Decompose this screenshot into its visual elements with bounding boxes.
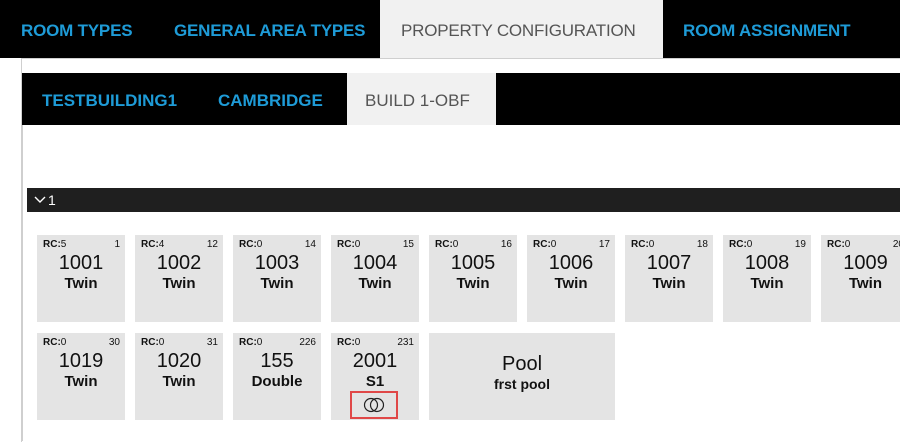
room-count: RC:0 [729, 239, 753, 250]
room-id: 226 [299, 337, 316, 348]
tab-label: BUILD 1-OBF [365, 91, 470, 110]
room-type: Twin [456, 275, 490, 292]
room-id: 20 [892, 239, 900, 250]
building-tab-bar: TESTBUILDING1 CAMBRIDGE BUILD 1-OBF [22, 73, 900, 125]
room-id: 19 [794, 239, 806, 250]
room-type: Twin [358, 275, 392, 292]
room-card[interactable]: RC:0 31 1020 Twin [135, 333, 223, 420]
room-card[interactable]: RC:0 19 1008 Twin [723, 235, 811, 322]
room-card[interactable]: RC:0 16 1005 Twin [429, 235, 517, 322]
room-number: 2001 [352, 350, 398, 372]
tab-room-assignment[interactable]: ROOM ASSIGNMENT [663, 0, 878, 58]
room-card[interactable]: RC:0 17 1006 Twin [527, 235, 615, 322]
room-type: Twin [554, 275, 588, 292]
room-id: 18 [696, 239, 708, 250]
room-type: Double [251, 373, 303, 390]
room-type: Twin [64, 275, 98, 292]
room-card[interactable]: RC:0 15 1004 Twin [331, 235, 419, 322]
room-id: 31 [206, 337, 218, 348]
room-count: RC:0 [239, 337, 263, 348]
tab-general-area-types[interactable]: GENERAL AREA TYPES [155, 0, 380, 58]
room-type: Twin [162, 275, 196, 292]
room-card[interactable]: RC:5 1 1001 Twin [37, 235, 125, 322]
room-type: Twin [652, 275, 686, 292]
room-card[interactable]: RC:0 231 2001 S1 [331, 333, 419, 420]
room-count: RC:0 [337, 239, 361, 250]
chevron-down-icon [34, 188, 46, 212]
tab-label: PROPERTY CONFIGURATION [401, 21, 636, 40]
room-count: RC:0 [533, 239, 557, 250]
room-number: 1002 [156, 252, 202, 274]
tab-testbuilding1[interactable]: TESTBUILDING1 [22, 73, 199, 125]
room-count: RC:0 [43, 337, 67, 348]
tab-overflow[interactable] [878, 0, 900, 58]
room-count: RC:0 [239, 239, 263, 250]
room-count: RC:4 [141, 239, 165, 250]
room-id: 17 [598, 239, 610, 250]
tab-property-configuration[interactable]: PROPERTY CONFIGURATION [380, 0, 663, 58]
room-count: RC:0 [435, 239, 459, 250]
tab-room-types[interactable]: ROOM TYPES [0, 0, 155, 58]
tab-build-1-obf[interactable]: BUILD 1-OBF [347, 73, 496, 125]
room-card[interactable]: RC:0 226 155 Double [233, 333, 321, 420]
room-type: S1 [365, 373, 385, 390]
room-number: 1004 [352, 252, 398, 274]
general-area-name: Pool [501, 353, 543, 375]
linked-rooms-indicator[interactable] [350, 391, 398, 419]
room-type: Twin [162, 373, 196, 390]
room-id: 14 [304, 239, 316, 250]
room-type: Twin [848, 275, 883, 292]
room-type: Twin [64, 373, 98, 390]
room-id: 16 [500, 239, 512, 250]
room-number: 1009 [843, 252, 888, 274]
room-type: Twin [750, 275, 784, 292]
tab-label: TESTBUILDING1 [42, 91, 178, 110]
room-card[interactable]: RC:4 12 1002 Twin [135, 235, 223, 322]
tab-label: ROOM ASSIGNMENT [683, 21, 851, 40]
room-number: 155 [260, 350, 294, 372]
top-tab-bar: ROOM TYPES GENERAL AREA TYPES PROPERTY C… [0, 0, 900, 58]
overlap-circles-icon [363, 397, 385, 413]
room-number: 1008 [744, 252, 790, 274]
room-number: 1001 [58, 252, 104, 274]
room-card[interactable]: RC:0 18 1007 Twin [625, 235, 713, 322]
tab-cambridge[interactable]: CAMBRIDGE [199, 73, 347, 125]
room-id: 231 [397, 337, 414, 348]
room-number: 1005 [450, 252, 496, 274]
floor-label: 1 [48, 192, 56, 208]
room-id: 1 [114, 239, 120, 250]
tab-label: GENERAL AREA TYPES [174, 21, 366, 40]
room-count: RC:0 [631, 239, 655, 250]
room-id: 15 [402, 239, 414, 250]
floor-header[interactable]: 1 [27, 188, 900, 212]
room-card[interactable]: RC:0 30 1019 Twin [37, 333, 125, 420]
room-card[interactable]: RC:0 20 1009 Twin [821, 235, 900, 322]
room-count: RC:0 [141, 337, 165, 348]
tab-label: ROOM TYPES [21, 21, 133, 40]
room-count: RC:5 [43, 239, 67, 250]
room-number: 1003 [254, 252, 300, 274]
room-number: 1007 [646, 252, 692, 274]
tab-label: CAMBRIDGE [218, 91, 323, 110]
room-id: 12 [206, 239, 218, 250]
room-count: RC:0 [827, 239, 851, 250]
general-area-card[interactable]: Pool frst pool [429, 333, 615, 420]
room-type: Twin [260, 275, 294, 292]
general-area-type: frst pool [494, 376, 550, 392]
room-id: 30 [108, 337, 120, 348]
room-number: 1006 [548, 252, 594, 274]
room-card[interactable]: RC:0 14 1003 Twin [233, 235, 321, 322]
room-number: 1019 [58, 350, 104, 372]
room-number: 1020 [156, 350, 202, 372]
room-count: RC:0 [337, 337, 361, 348]
